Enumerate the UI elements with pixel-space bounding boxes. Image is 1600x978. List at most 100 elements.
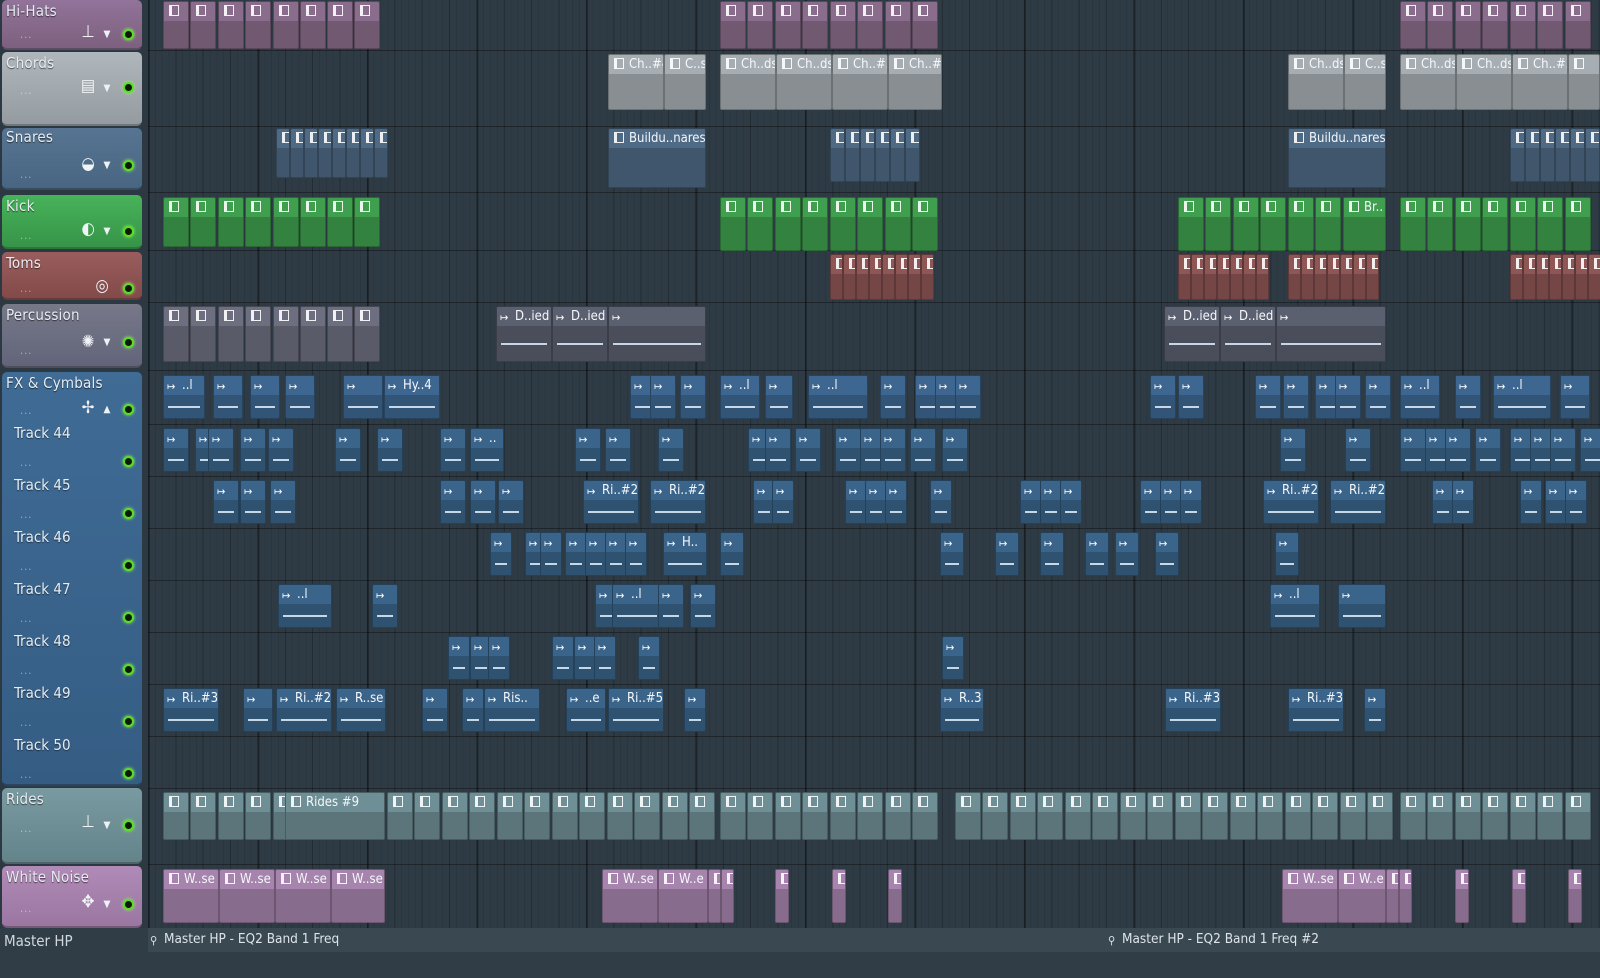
dropdown-arrow-icon[interactable]: ▼ [102,30,112,40]
toms-pattern-clip[interactable] [1327,254,1340,300]
rides-pattern-clip[interactable] [885,792,911,840]
fx-audio-clip[interactable]: ↦ [1140,480,1162,524]
track-header-fx-cymbals[interactable]: FX & Cymbals ... ✢ ▲ Track 44 ... Track … [2,372,142,786]
white-noise-pattern-clip[interactable]: W..se [219,869,275,923]
fx-audio-clip[interactable]: ↦ Ri..#3 [1165,688,1221,732]
toms-pattern-clip[interactable] [1301,254,1314,300]
white-noise-pattern-clip[interactable] [1455,869,1469,923]
kick-pattern-clip[interactable] [1260,197,1286,251]
toms-pattern-clip[interactable] [869,254,882,300]
kick-pattern-clip[interactable] [1510,197,1536,251]
fx-audio-clip[interactable]: ↦ R..se [336,688,386,732]
fx-audio-clip[interactable]: ↦ Ri..#2 [276,688,332,732]
rides-pattern-clip[interactable] [1065,792,1091,840]
fx-audio-clip[interactable]: ↦ [1160,480,1182,524]
rides-pattern-clip[interactable] [1565,792,1591,840]
rides-pattern-clip[interactable] [1092,792,1118,840]
snare-pattern-clip[interactable] [346,128,360,178]
percussion-audio-clip[interactable]: ↦ D..ied [552,306,608,362]
percussion-audio-clip[interactable]: ↦ [608,306,706,362]
kick-pattern-clip[interactable] [1455,197,1481,251]
kick-pattern-clip[interactable] [1565,197,1591,251]
snare-pattern-clip[interactable] [905,128,920,182]
toms-pattern-clip[interactable] [1288,254,1301,300]
track-header-toms[interactable]: Toms ... ◎ [2,252,142,300]
toms-pattern-clip[interactable] [1256,254,1269,300]
fx-audio-clip[interactable]: ↦ [1040,532,1064,576]
fx-audio-clip[interactable]: ↦ [1085,532,1109,576]
rides-pattern-clip[interactable] [1340,792,1366,840]
fx-audio-clip[interactable]: ↦ [440,480,466,524]
fx-audio-clip[interactable]: ↦ [658,428,684,472]
fx-audio-clip[interactable]: ↦ [270,480,296,524]
rides-pattern-clip[interactable] [1455,792,1481,840]
hihat-pattern-clip[interactable] [163,1,189,49]
rides-pattern-clip[interactable]: Rides #9 [285,792,385,840]
rides-pattern-clip[interactable] [830,792,856,840]
kick-pattern-clip[interactable] [245,197,271,247]
fx-audio-clip[interactable]: ↦ [1338,584,1386,628]
track-enable-led[interactable] [123,664,134,675]
snare-pattern-clip[interactable] [276,128,290,178]
white-noise-pattern-clip[interactable]: W..e [658,869,708,923]
rides-pattern-clip[interactable] [1175,792,1201,840]
percussion-audio-clip[interactable]: ↦ [1276,306,1386,362]
fx-audio-clip[interactable]: ↦ [1475,428,1501,472]
hihat-pattern-clip[interactable] [912,1,938,49]
track-enable-led[interactable] [123,283,134,294]
hihat-pattern-clip[interactable] [327,1,353,49]
hihat-pattern-clip[interactable] [1455,1,1481,49]
snare-pattern-clip[interactable] [1525,128,1540,182]
fx-audio-clip[interactable]: ↦ [1560,375,1590,419]
rides-pattern-clip[interactable] [775,792,801,840]
fx-audio-clip[interactable]: ↦ [1364,688,1386,732]
track-enable-led[interactable] [123,404,134,415]
track-enable-led[interactable] [123,508,134,519]
kick-pattern-clip[interactable] [273,197,299,247]
kick-pattern-clip[interactable] [830,197,856,251]
track-header-rides[interactable]: Rides ... ⊥ ▼ [2,788,142,864]
track-enable-led[interactable] [123,612,134,623]
rides-pattern-clip[interactable] [747,792,773,840]
rides-pattern-clip[interactable] [552,792,578,840]
snare-pattern-clip[interactable] [1555,128,1570,182]
white-noise-pattern-clip[interactable] [832,869,846,923]
rides-pattern-clip[interactable] [1427,792,1453,840]
rides-pattern-clip[interactable] [190,792,216,840]
fx-audio-clip[interactable]: ↦ [765,428,791,472]
rides-pattern-clip[interactable] [1257,792,1283,840]
fx-audio-clip[interactable]: ↦ [372,584,398,628]
hihat-pattern-clip[interactable] [720,1,746,49]
kick-pattern-clip[interactable] [218,197,244,247]
hihat-pattern-clip[interactable] [245,1,271,49]
chords-pattern-clip[interactable]: Ch..ds [1456,54,1512,110]
chords-pattern-clip[interactable] [1568,54,1600,110]
fx-audio-clip[interactable]: ↦ [1580,428,1600,472]
toms-pattern-clip[interactable] [1243,254,1256,300]
automation-clip-1[interactable]: ⚲ Master HP - EQ2 Band 1 Freq [150,931,339,947]
toms-pattern-clip[interactable] [1314,254,1327,300]
rides-pattern-clip[interactable] [662,792,688,840]
snare-pattern-clip[interactable] [875,128,890,182]
snare-pattern-clip[interactable] [304,128,318,178]
hihat-pattern-clip[interactable] [1565,1,1591,49]
fx-audio-clip[interactable]: ↦ [772,480,794,524]
rides-pattern-clip[interactable] [387,792,413,840]
fx-audio-clip[interactable]: ↦ [285,375,315,419]
hihat-pattern-clip[interactable] [1400,1,1426,49]
rides-pattern-clip[interactable] [1202,792,1228,840]
fx-audio-clip[interactable]: ↦ [835,428,861,472]
white-noise-pattern-clip[interactable] [775,869,789,923]
toms-pattern-clip[interactable] [1340,254,1353,300]
rides-pattern-clip[interactable] [218,792,244,840]
track-enable-led[interactable] [123,456,134,467]
snare-pattern-clip[interactable]: Buildu..nares [608,128,706,188]
white-noise-pattern-clip[interactable]: W..se [163,869,219,923]
track-header-snares[interactable]: Snares ... ◒ ▼ [2,128,142,190]
percussion-audio-clip[interactable]: ↦ D..ied [1220,306,1276,362]
white-noise-pattern-clip[interactable] [888,869,902,923]
fx-audio-clip[interactable]: ↦ [1565,480,1587,524]
fx-audio-clip[interactable]: ↦ [1255,375,1281,419]
hihat-pattern-clip[interactable] [218,1,244,49]
fx-audio-clip[interactable]: ↦ [1365,375,1391,419]
